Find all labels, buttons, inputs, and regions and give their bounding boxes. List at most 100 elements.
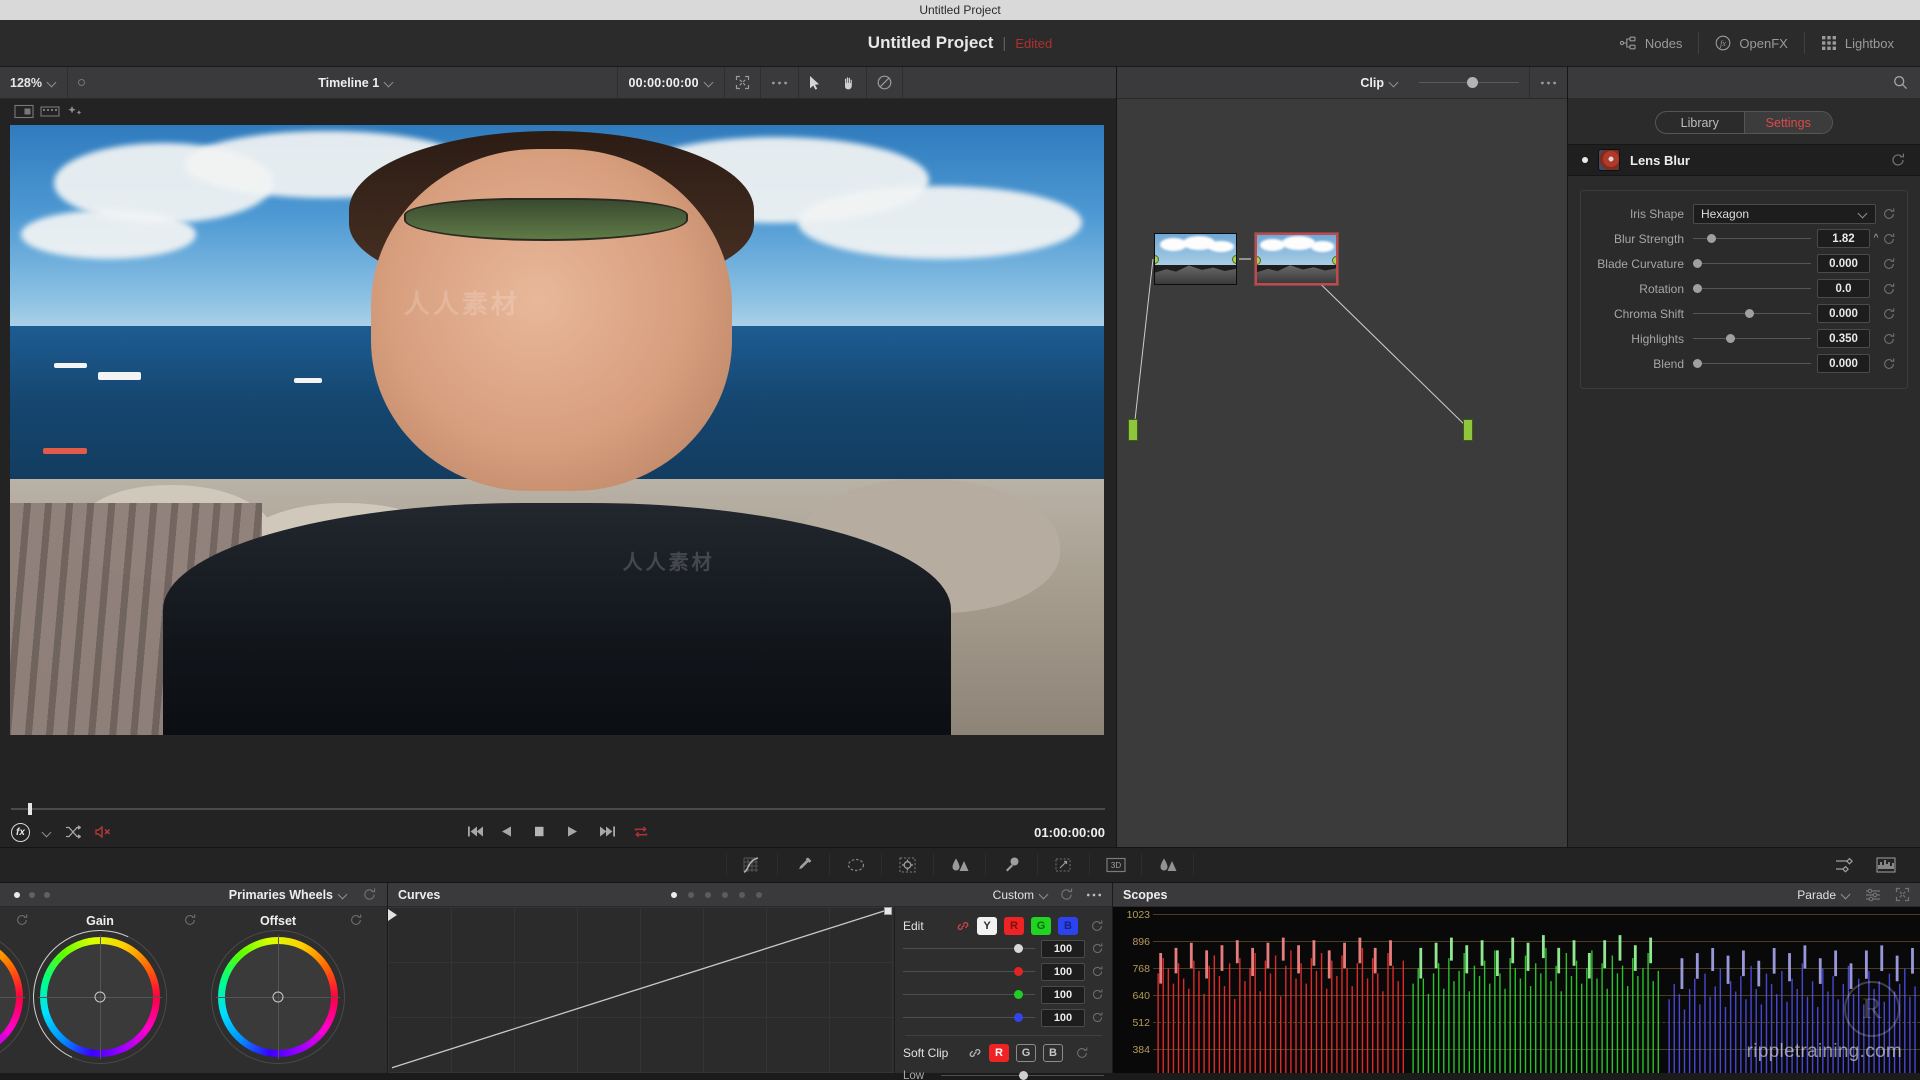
chevron-down-icon[interactable] bbox=[339, 890, 348, 899]
chroma-shift-slider[interactable] bbox=[1693, 305, 1811, 323]
color-wheel-partial[interactable] bbox=[0, 907, 30, 1073]
clip-dropdown[interactable]: Clip bbox=[1350, 67, 1409, 98]
chevron-up-icon[interactable]: ^ bbox=[1870, 233, 1882, 244]
r-slider[interactable] bbox=[903, 964, 1035, 980]
r-reset-icon[interactable] bbox=[1091, 965, 1104, 978]
g-reset-icon[interactable] bbox=[1091, 988, 1104, 1001]
param-reset-icon[interactable] bbox=[1882, 257, 1899, 271]
eyedropper-icon[interactable] bbox=[778, 854, 830, 876]
g-slider[interactable] bbox=[903, 987, 1035, 1003]
curves-more-options-icon[interactable] bbox=[1086, 892, 1102, 898]
3d-lut-icon[interactable]: 3D bbox=[1090, 854, 1142, 876]
chevron-down-icon[interactable] bbox=[1842, 890, 1851, 899]
iris-shape-select[interactable]: Hexagon bbox=[1693, 203, 1876, 224]
wheels-page-dots[interactable] bbox=[14, 891, 50, 898]
node-01[interactable]: 01 bbox=[1154, 233, 1237, 285]
page-dot[interactable] bbox=[29, 891, 35, 898]
page-dot[interactable] bbox=[705, 891, 712, 898]
rotation-field[interactable]: 0.0 bbox=[1817, 279, 1870, 298]
page-dot[interactable] bbox=[14, 891, 20, 898]
page-dot[interactable] bbox=[722, 891, 729, 898]
node-02[interactable]: 02 fx bbox=[1255, 233, 1338, 285]
power-window-circle-icon[interactable] bbox=[830, 854, 882, 876]
more-options-icon[interactable] bbox=[761, 67, 798, 98]
g-value-field[interactable]: 100 bbox=[1041, 985, 1085, 1004]
blade-curvature-slider[interactable] bbox=[1693, 255, 1811, 273]
b-reset-icon[interactable] bbox=[1091, 1011, 1104, 1024]
play-forward-icon[interactable] bbox=[567, 825, 582, 839]
softclip-reset-icon[interactable] bbox=[1075, 1046, 1089, 1060]
stop-icon[interactable] bbox=[534, 825, 549, 839]
page-dot[interactable] bbox=[688, 891, 695, 898]
curves-icon[interactable] bbox=[726, 854, 778, 876]
curve-control-point-end[interactable] bbox=[884, 907, 892, 915]
param-reset-icon[interactable] bbox=[1882, 332, 1899, 346]
lightbox-button[interactable]: Lightbox bbox=[1805, 29, 1910, 57]
param-reset-icon[interactable] bbox=[1882, 282, 1899, 296]
arrow-tool-icon[interactable] bbox=[799, 67, 831, 98]
source-node[interactable] bbox=[1128, 419, 1138, 441]
loop-icon[interactable] bbox=[633, 825, 648, 839]
curves-page-dots[interactable] bbox=[671, 891, 763, 898]
page-dot[interactable] bbox=[739, 891, 746, 898]
fx-icon[interactable]: fx bbox=[11, 822, 30, 842]
openfx-button[interactable]: fx OpenFX bbox=[1699, 29, 1803, 57]
channel-chip-b[interactable]: B bbox=[1058, 917, 1078, 935]
page-dot[interactable] bbox=[44, 891, 50, 898]
blade-curvature-field[interactable]: 0.000 bbox=[1817, 254, 1870, 273]
highlights-field[interactable]: 0.350 bbox=[1817, 329, 1870, 348]
fullscreen-icon[interactable] bbox=[725, 67, 760, 98]
search-icon[interactable] bbox=[1893, 75, 1908, 90]
filmstrip-icon[interactable] bbox=[40, 104, 62, 120]
low-slider[interactable] bbox=[941, 1068, 1104, 1080]
curves-mode-label[interactable]: Custom bbox=[993, 888, 1034, 902]
r-value-field[interactable]: 100 bbox=[1041, 962, 1085, 981]
link-icon[interactable] bbox=[968, 1047, 982, 1059]
offset-reset-icon-left[interactable] bbox=[183, 913, 197, 927]
wheels-reset-icon[interactable] bbox=[362, 887, 377, 902]
skip-to-start-icon[interactable] bbox=[468, 825, 483, 839]
gain-reset-icon[interactable] bbox=[15, 913, 29, 927]
blur-strength-field[interactable]: 1.82 bbox=[1817, 229, 1870, 248]
y-value-field[interactable]: 100 bbox=[1041, 939, 1085, 958]
highlights-slider[interactable] bbox=[1693, 330, 1811, 348]
channel-chip-r[interactable]: R bbox=[1004, 917, 1024, 935]
channel-chip-y[interactable]: Y bbox=[977, 917, 997, 935]
y-reset-icon[interactable] bbox=[1091, 942, 1104, 955]
bypass-icon[interactable] bbox=[867, 67, 902, 98]
wheels-mode-label[interactable]: Primaries Wheels bbox=[229, 888, 333, 902]
softclip-chip-g[interactable]: G bbox=[1016, 1044, 1036, 1062]
tracker-icon[interactable] bbox=[882, 854, 934, 876]
enhance-icon[interactable] bbox=[66, 104, 88, 120]
channel-chip-g[interactable]: G bbox=[1031, 917, 1051, 935]
hand-tool-icon[interactable] bbox=[831, 67, 866, 98]
softclip-chip-r[interactable]: R bbox=[989, 1044, 1009, 1062]
scope-settings-icon[interactable] bbox=[1865, 888, 1881, 902]
y-slider[interactable] bbox=[903, 941, 1035, 957]
motion-effects-icon[interactable] bbox=[1038, 854, 1090, 876]
mute-icon[interactable] bbox=[94, 825, 112, 839]
chevron-down-icon[interactable] bbox=[1040, 890, 1049, 899]
wheel-handle[interactable] bbox=[94, 991, 106, 1003]
timeline-dropdown[interactable]: Timeline 1 bbox=[308, 67, 404, 98]
shuffle-icon[interactable] bbox=[65, 825, 81, 839]
node-more-options-icon[interactable] bbox=[1530, 67, 1567, 98]
tab-settings[interactable]: Settings bbox=[1743, 112, 1832, 133]
node-canvas[interactable]: 01 02 bbox=[1117, 99, 1567, 847]
effect-enable-toggle[interactable] bbox=[1582, 157, 1588, 163]
softclip-chip-b[interactable]: B bbox=[1043, 1044, 1063, 1062]
blend-field[interactable]: 0.000 bbox=[1817, 354, 1870, 373]
chevron-down-icon[interactable] bbox=[43, 828, 52, 837]
onion-skin-icon[interactable] bbox=[68, 67, 95, 98]
b-value-field[interactable]: 100 bbox=[1041, 1008, 1085, 1027]
curve-control-point-top[interactable] bbox=[388, 909, 397, 921]
node-zoom-slider[interactable] bbox=[1409, 67, 1529, 98]
link-icon[interactable] bbox=[956, 920, 970, 932]
play-reverse-icon[interactable] bbox=[501, 825, 516, 839]
rotation-slider[interactable] bbox=[1693, 280, 1811, 298]
video-preview[interactable]: 人人素材 人人素材 bbox=[10, 125, 1104, 735]
playhead[interactable] bbox=[28, 803, 32, 815]
node-output-port[interactable] bbox=[1232, 255, 1236, 264]
scrub-track[interactable] bbox=[11, 803, 1105, 815]
zoom-dropdown[interactable]: 128% bbox=[0, 67, 67, 98]
